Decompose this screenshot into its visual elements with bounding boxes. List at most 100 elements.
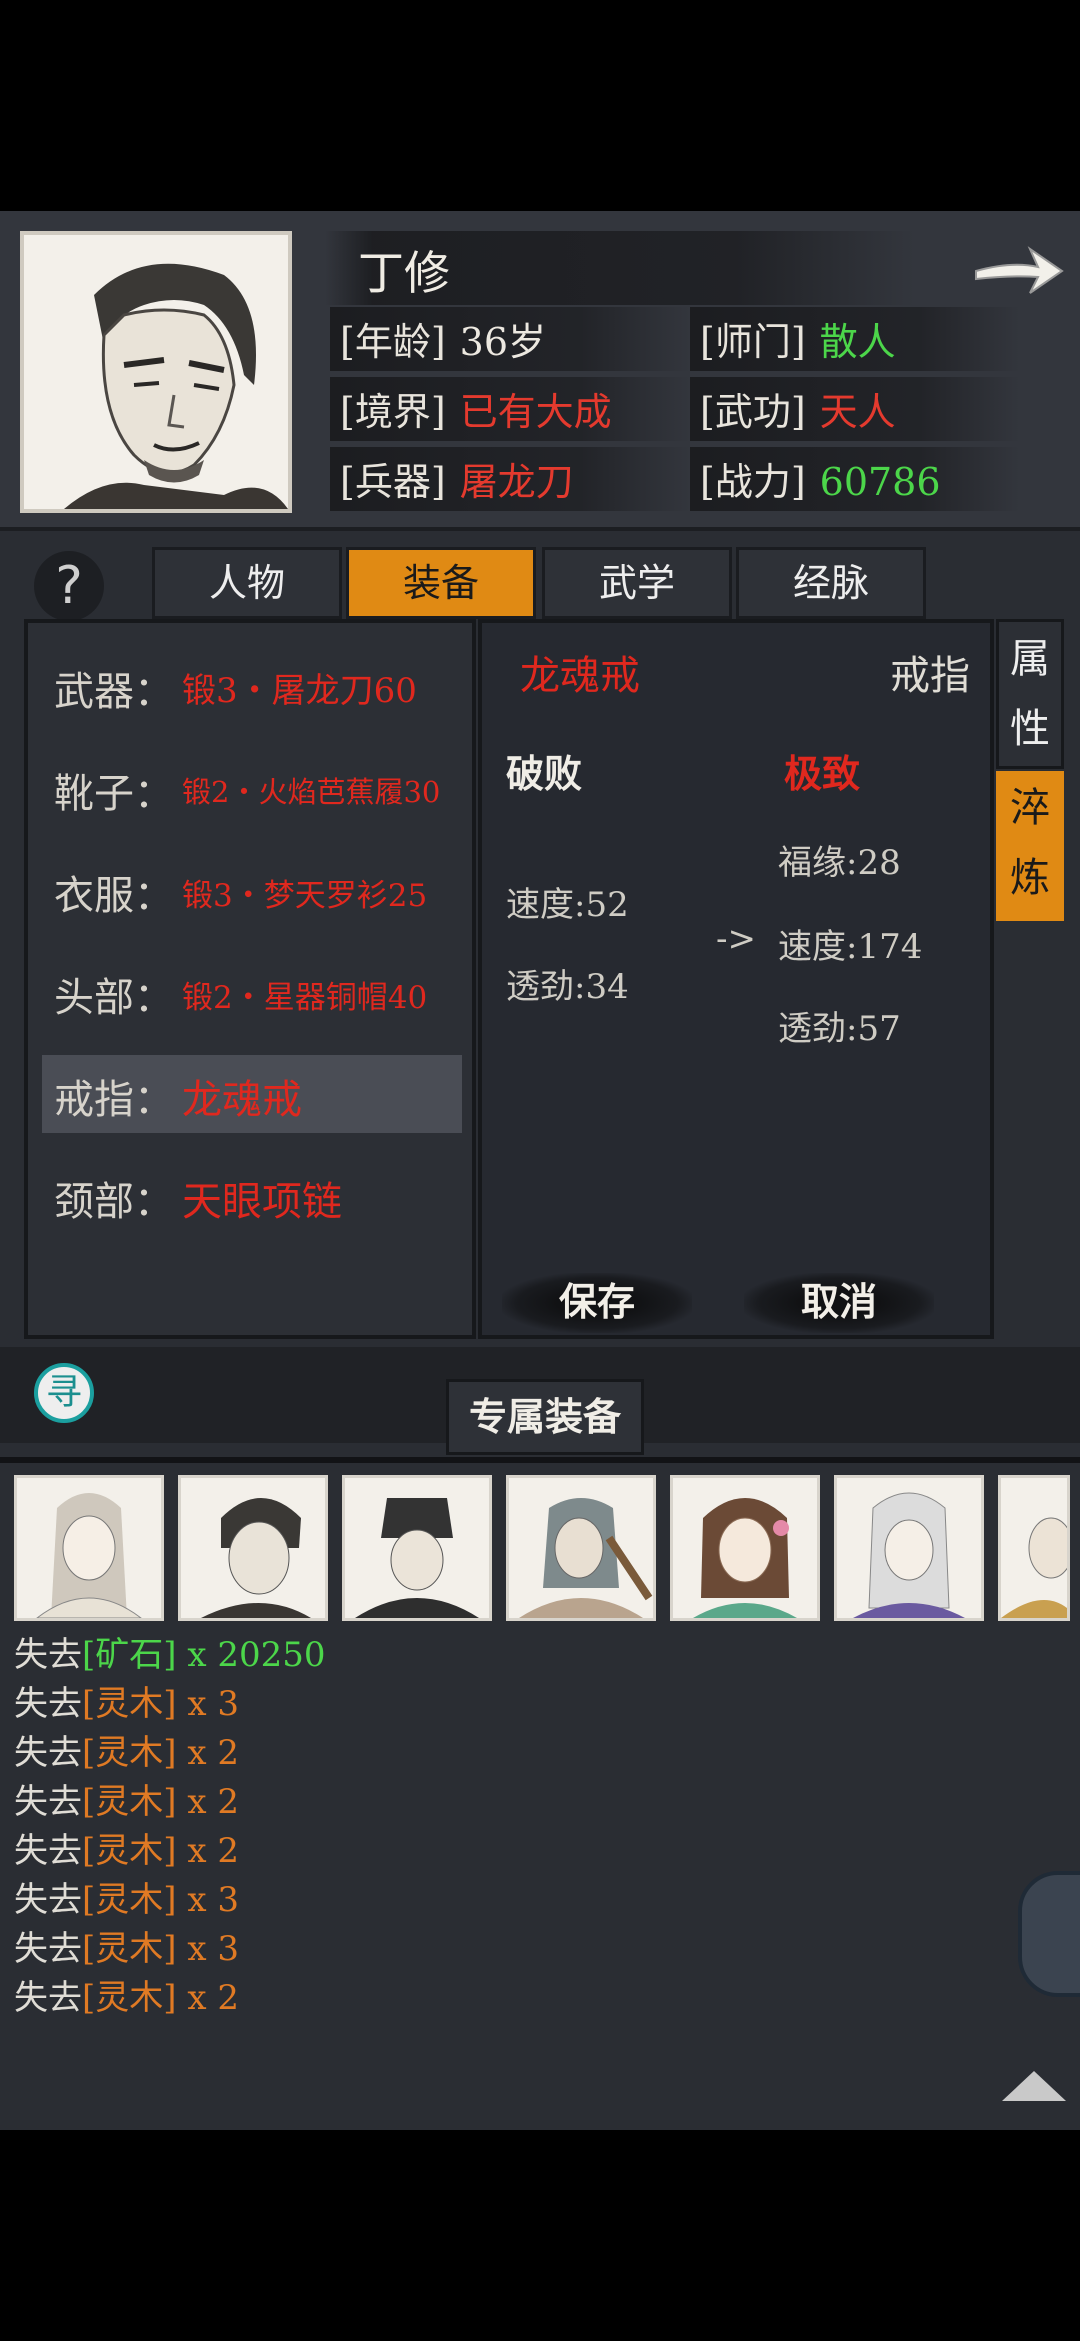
divider [0, 1457, 1080, 1463]
log-qty: x 20250 [176, 1635, 326, 1675]
character-card[interactable] [834, 1475, 984, 1621]
log-prefix: 失去 [14, 1929, 82, 1969]
log-prefix: 失去 [14, 1831, 82, 1871]
game-screen: 丁修 [年龄] 36岁 [师门] 散人 [境界] 已有大成 [武功] 天人 [兵器] 屠龙… [0, 211, 1080, 2130]
stat-value: 屠龙刀 [459, 460, 574, 504]
side-tab-label: 淬炼 [1010, 785, 1050, 901]
slot-value: 天眼项链 [182, 1179, 342, 1225]
slot-value: 龙魂戒 [182, 1077, 302, 1123]
log-prefix: 失去 [14, 1782, 82, 1822]
slot-label: 戒指： [54, 1077, 174, 1123]
save-button[interactable]: 保存 [502, 1273, 692, 1333]
tab-martial-arts[interactable]: 武学 [542, 547, 732, 619]
character-card[interactable] [998, 1475, 1070, 1621]
exclusive-equipment-button[interactable]: 专属装备 [446, 1379, 644, 1455]
log-line: 失去[灵木] x 2 [14, 1823, 239, 1872]
log-prefix: 失去 [14, 1684, 82, 1724]
log-prefix: 失去 [14, 1880, 82, 1920]
log-qty: x 2 [176, 1831, 239, 1871]
tab-character[interactable]: 人物 [152, 547, 342, 619]
log-line: 失去[矿石] x 20250 [14, 1627, 325, 1676]
next-arrow-icon[interactable] [972, 239, 1064, 299]
log-line: 失去[灵木] x 2 [14, 1774, 239, 1823]
slot-value: 锻3・梦天罗衫25 [182, 878, 428, 914]
log-qty: x 3 [176, 1929, 239, 1969]
item-name: 龙魂戒 [520, 653, 640, 699]
item-type: 戒指 [890, 653, 970, 699]
side-tab-refine[interactable]: 淬炼 [996, 771, 1064, 921]
equip-slot-clothes[interactable]: 衣服： 锻3・梦天罗衫25 [42, 851, 462, 929]
character-card[interactable] [506, 1475, 656, 1621]
stat-value: 散人 [819, 320, 896, 364]
side-tab-label: 属性 [1010, 636, 1050, 752]
log-item: [灵木] [82, 1782, 177, 1822]
tab-equipment[interactable]: 装备 [346, 547, 536, 619]
log-line: 失去[灵木] x 2 [14, 1970, 239, 2019]
log-prefix: 失去 [14, 1733, 82, 1773]
stat-weapon: [兵器] 屠龙刀 [340, 451, 574, 506]
card-deck-icon[interactable] [1018, 1871, 1080, 1997]
log-qty: x 3 [176, 1684, 239, 1724]
change-arrow: -> [716, 919, 756, 959]
attr-after: 速度:174 [778, 927, 923, 967]
character-name: 丁修 [358, 246, 450, 300]
log-item: [矿石] [82, 1635, 177, 1675]
character-card[interactable] [178, 1475, 328, 1621]
stat-martial: [武功] 天人 [700, 381, 896, 436]
character-card[interactable] [14, 1475, 164, 1621]
side-tab-attributes[interactable]: 属性 [996, 619, 1064, 769]
stat-value: 已有大成 [459, 390, 612, 434]
equip-slot-head[interactable]: 头部： 锻2・星器铜帽40 [42, 953, 462, 1031]
log-qty: x 2 [176, 1782, 239, 1822]
slot-value: 锻2・火焰芭蕉履30 [182, 775, 441, 809]
log-line: 失去[灵木] x 2 [14, 1725, 239, 1774]
search-icon[interactable]: 寻 [34, 1363, 94, 1423]
equip-slot-boots[interactable]: 靴子： 锻2・火焰芭蕉履30 [42, 749, 462, 827]
slot-label: 靴子： [54, 771, 174, 817]
stat-label: [境界] [340, 390, 446, 434]
slot-value: 锻2・星器铜帽40 [182, 980, 428, 1016]
tab-meridians[interactable]: 经脉 [736, 547, 926, 619]
log-item: [灵木] [82, 1978, 177, 2018]
character-card[interactable] [670, 1475, 820, 1621]
log-item: [灵木] [82, 1733, 177, 1773]
quality-after: 极致 [784, 751, 861, 796]
attr-before: 透劲:34 [506, 967, 629, 1007]
stat-label: [年龄] [340, 320, 446, 364]
stat-label: [师门] [700, 320, 806, 364]
attr-after: 福缘:28 [778, 843, 901, 883]
log-line: 失去[灵木] x 3 [14, 1676, 239, 1725]
slot-value: 锻3・屠龙刀60 [182, 671, 417, 711]
log-prefix: 失去 [14, 1978, 82, 2018]
stat-label: [兵器] [340, 460, 446, 504]
quality-before: 破败 [506, 751, 583, 796]
log-item: [灵木] [82, 1684, 177, 1724]
equipment-list: 武器： 锻3・屠龙刀60 靴子： 锻2・火焰芭蕉履30 衣服： 锻3・梦天罗衫2… [24, 619, 476, 1339]
character-card[interactable] [342, 1475, 492, 1621]
equip-slot-weapon[interactable]: 武器： 锻3・屠龙刀60 [42, 647, 462, 725]
stat-power: [战力] 60786 [700, 451, 941, 506]
help-button[interactable]: ? [34, 551, 104, 621]
character-portrait [20, 231, 292, 513]
log-item: [灵木] [82, 1929, 177, 1969]
stat-value: 60786 [819, 460, 941, 504]
stat-value: 天人 [819, 390, 896, 434]
refine-detail-panel: 龙魂戒 戒指 破败 极致 速度:52 透劲:34 -> 福缘:28 速度:174… [478, 619, 994, 1339]
log-qty: x 3 [176, 1880, 239, 1920]
slot-label: 衣服： [54, 873, 174, 919]
log-qty: x 2 [176, 1733, 239, 1773]
slot-label: 头部： [54, 975, 174, 1021]
log-line: 失去[灵木] x 3 [14, 1921, 239, 1970]
slot-label: 武器： [54, 669, 174, 715]
scroll-up-icon[interactable] [1002, 2071, 1066, 2101]
stat-value: 36岁 [459, 320, 547, 364]
log-prefix: 失去 [14, 1635, 82, 1675]
equip-slot-neck[interactable]: 颈部： 天眼项链 [42, 1157, 462, 1235]
equip-slot-ring[interactable]: 戒指： 龙魂戒 [42, 1055, 462, 1133]
stat-age: [年龄] 36岁 [340, 311, 546, 366]
log-item: [灵木] [82, 1831, 177, 1871]
attr-before: 速度:52 [506, 885, 629, 925]
cancel-button[interactable]: 取消 [744, 1273, 934, 1333]
stat-label: [武功] [700, 390, 806, 434]
log-line: 失去[灵木] x 3 [14, 1872, 239, 1921]
